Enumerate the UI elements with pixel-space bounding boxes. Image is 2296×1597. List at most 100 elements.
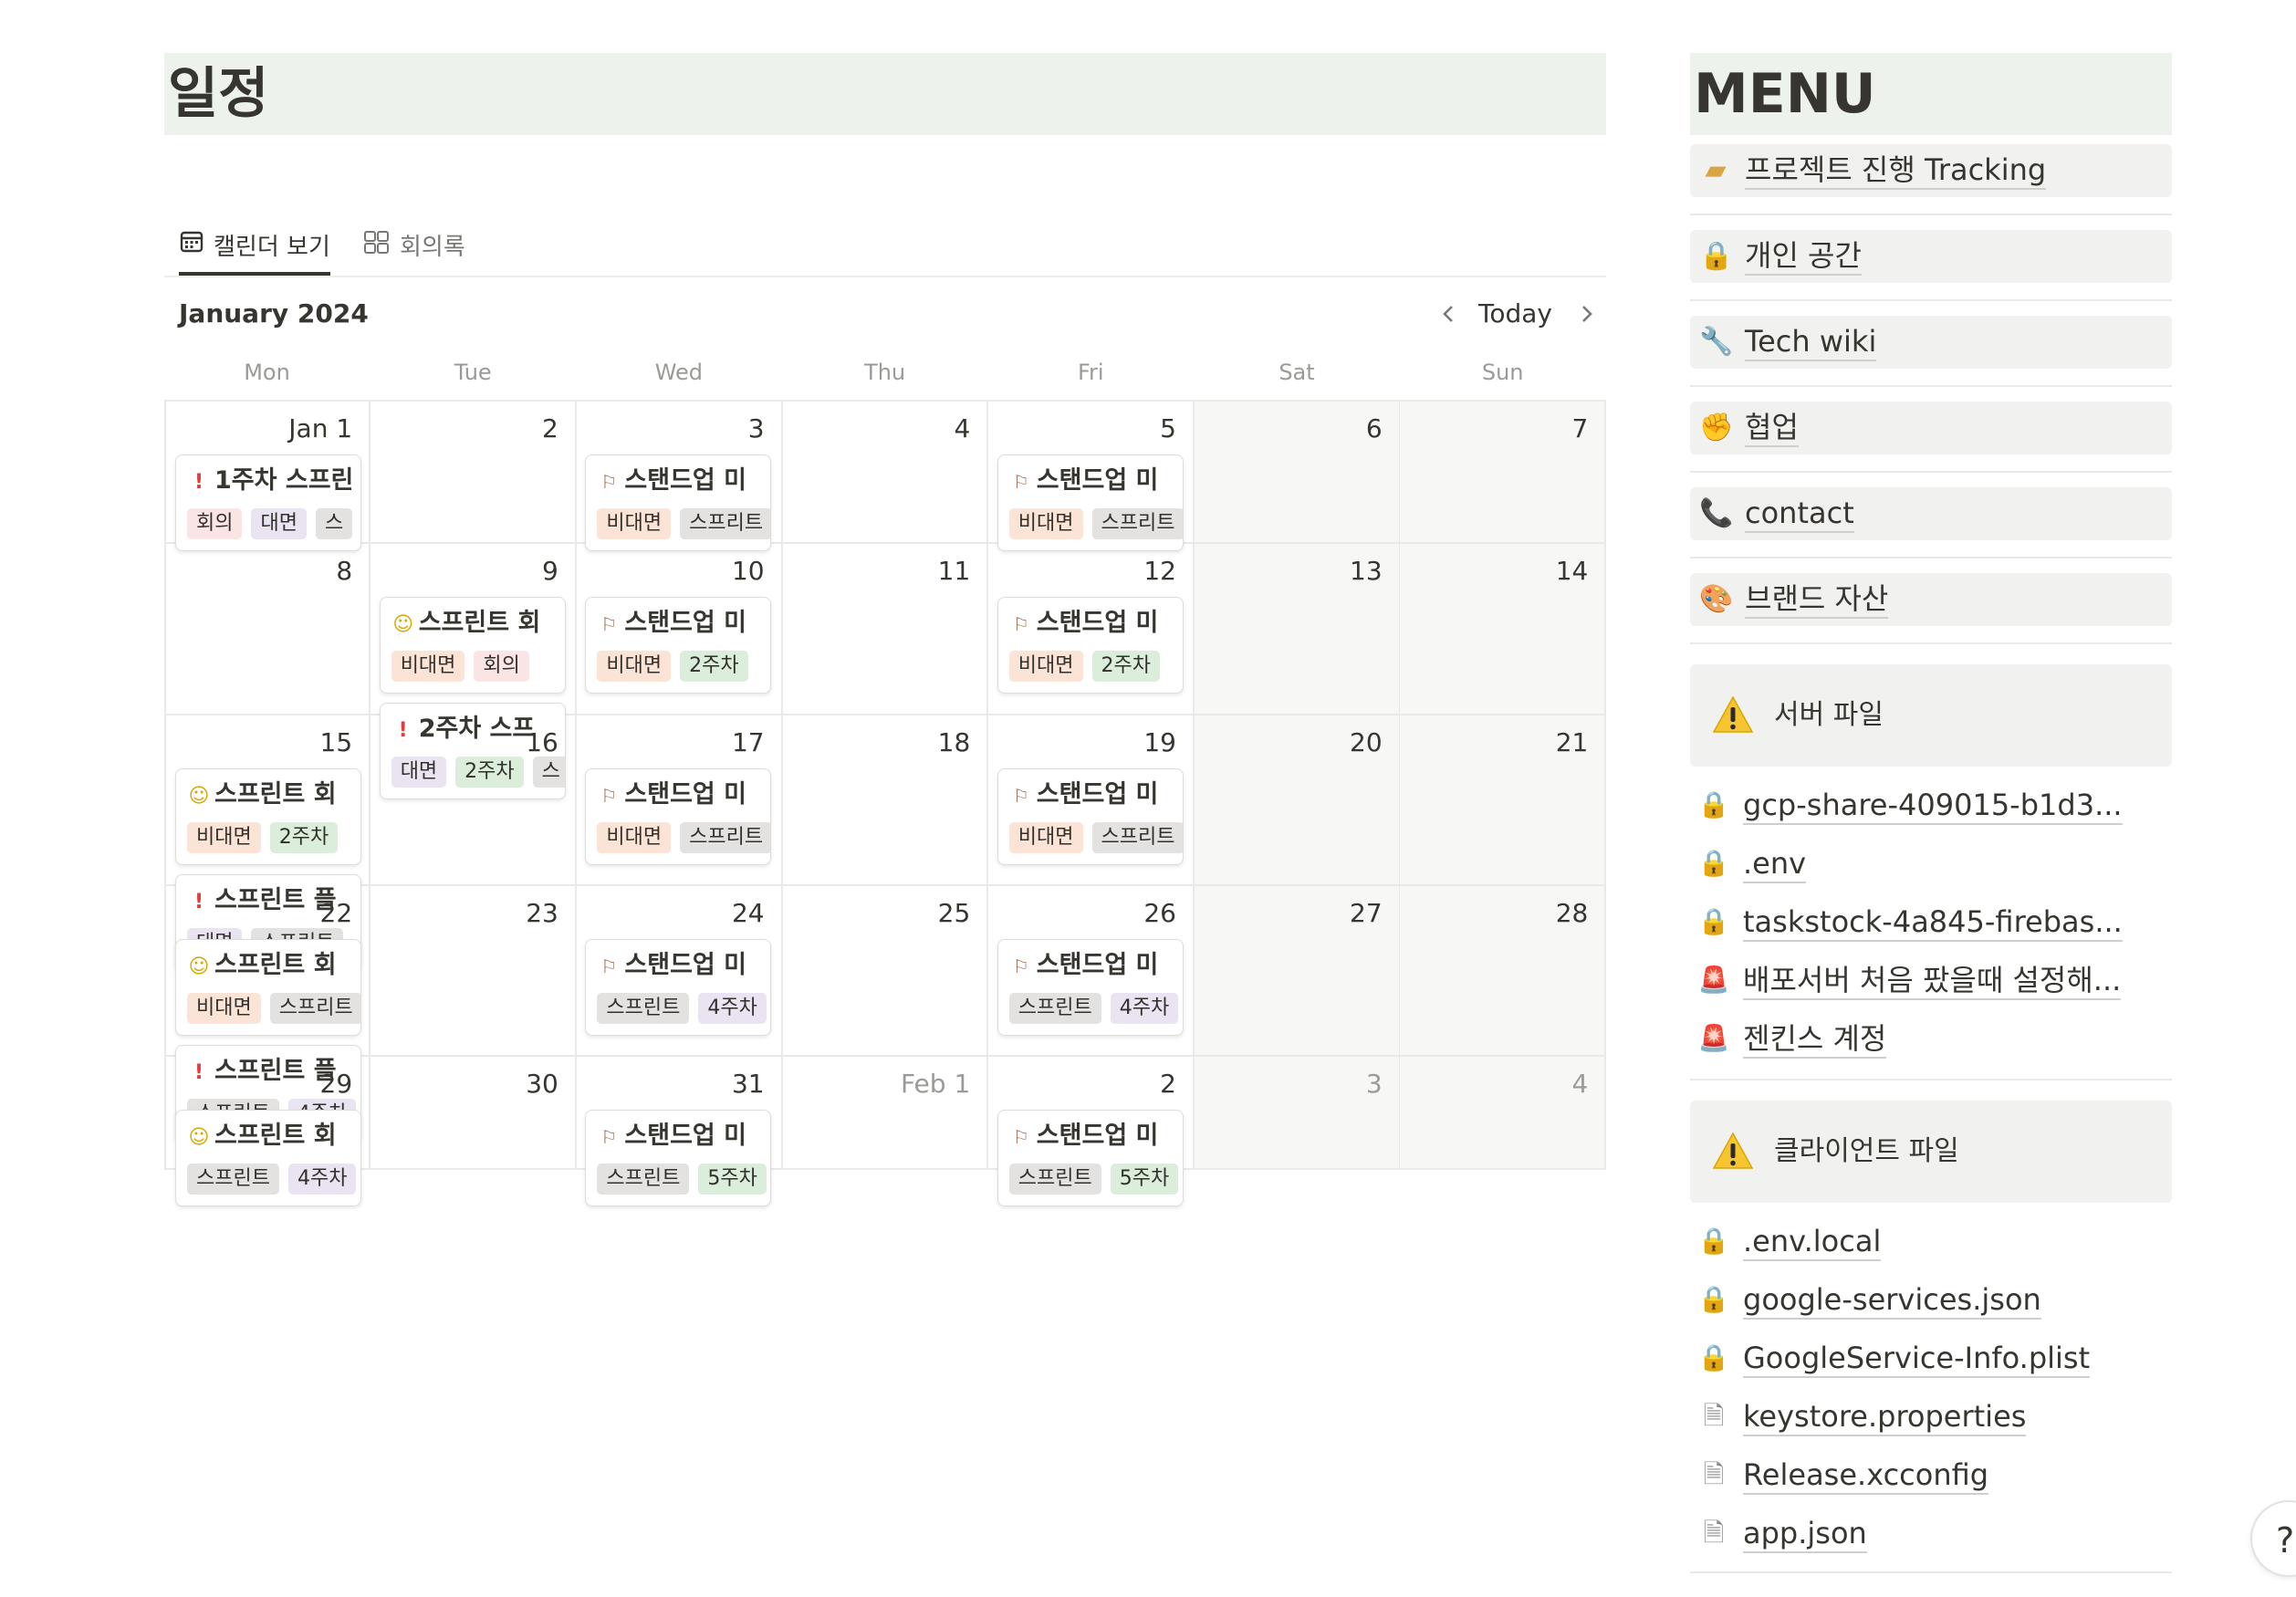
calendar-day-cell[interactable]: 14 — [1400, 544, 1607, 715]
event-card[interactable]: ⚐ 스탠드업 미 스프린트 5주차 — [585, 1110, 772, 1206]
file-label: keystore.properties — [1743, 1398, 2027, 1436]
calendar-day-cell[interactable]: 2 — [370, 402, 577, 544]
calendar-day-cell[interactable]: 9 ☺ 스프린트 회 비대면 회의! 2주차 스프 대면 2주차 스 — [370, 544, 577, 799]
calendar-day-cell[interactable]: 18 — [782, 715, 989, 886]
page-title: 일정 — [164, 53, 1606, 135]
divider — [1690, 471, 2172, 473]
sidebar-item-link[interactable]: 🎨 브랜드 자산 — [1690, 573, 2172, 626]
calendar-day-cell[interactable]: 12 ⚐ 스탠드업 미 비대면 2주차 — [987, 544, 1195, 715]
weekday-label: Sat — [1278, 360, 1315, 385]
event-card[interactable]: ⚐ 스탠드업 미 스프린트 4주차 — [585, 939, 772, 1036]
sidebar-item-link[interactable]: 🔧 Tech wiki — [1690, 316, 2172, 369]
event-card[interactable]: ☺ 스프린트 회 스프린트 4주차 — [175, 1110, 361, 1206]
event-card[interactable]: ! 1주차 스프린 회의 대면 스 — [175, 454, 361, 551]
calendar-day-cell[interactable]: 28 — [1400, 886, 1607, 1057]
calendar-day-cell[interactable]: 7 — [1400, 402, 1607, 544]
event-card[interactable]: ⚐ 스탠드업 미비대면 스프리트 — [585, 454, 772, 551]
calendar-day-cell[interactable]: Jan 1! 1주차 스프린 회의 대면 스 — [164, 402, 371, 551]
event-card[interactable]: ⚐ 스탠드업 미 비대면 스프리트 — [997, 454, 1184, 551]
event-tag: 스프리트 — [1091, 822, 1183, 853]
sidebar-item-label: 브랜드 자산 — [1745, 580, 1889, 619]
event-card[interactable]: ⚐ 스탠드업 미 비대면 스프리트 — [585, 768, 772, 865]
calendar-day-cell[interactable]: 21 — [1400, 715, 1607, 886]
event-card[interactable]: ⚐ 스탠드업 미 비대면 2주차 — [997, 597, 1184, 694]
sidebar-item-link[interactable]: 🔒 개인 공간 — [1690, 230, 2172, 283]
calendar-day-cell[interactable]: 23 — [370, 886, 577, 1057]
event-title-text: 스탠드업 미 — [624, 951, 746, 979]
event-title: ⚐ 스탠드업 미 — [597, 464, 765, 498]
event-title-text: 스탠드업 미 — [624, 780, 746, 809]
event-card[interactable]: ☺ 스프린트 회 비대면 스프리트 — [175, 939, 361, 1036]
memo-icon: ▰ — [1705, 154, 1727, 186]
weekday-label: Mon — [244, 360, 290, 385]
calendar-day-cell[interactable]: 13 — [1194, 544, 1401, 715]
calendar-day-cell[interactable]: 25 — [782, 886, 989, 1057]
calendar-day-cell[interactable]: Feb 1 — [782, 1057, 989, 1170]
event-tag: 5주차 — [698, 1164, 767, 1195]
calendar-day-cell[interactable]: 6 — [1194, 402, 1401, 544]
divider — [1690, 557, 2172, 558]
tab-calendar-view[interactable]: 캘린더 보기 — [179, 215, 330, 276]
calendar-day-cell[interactable]: 2 ⚐ 스탠드업 미 스프린트 5주차 — [987, 1057, 1195, 1206]
calendar-day-cell[interactable]: 20 — [1194, 715, 1401, 886]
event-title-text: 스탠드업 미 — [624, 466, 746, 495]
event-card[interactable]: ☺ 스프린트 회 비대면 회의 — [379, 597, 566, 694]
calendar-day-cell[interactable]: 17 ⚐ 스탠드업 미 비대면 스프리트 — [576, 715, 783, 886]
sidebar-item-link[interactable]: ▰ 프로젝트 진행 Tracking — [1690, 144, 2172, 197]
tab-meeting-notes[interactable]: 회의록 — [363, 215, 465, 274]
event-tag: 스프린트 — [597, 1164, 690, 1195]
today-button[interactable]: Today — [1478, 297, 1552, 330]
calendar-day-cell[interactable]: 3 — [1194, 1057, 1401, 1170]
calendar-day-cell[interactable]: 19 ⚐ 스탠드업 미 비대면 스프리트 — [987, 715, 1195, 886]
day-number: 27 — [1350, 898, 1383, 928]
calendar-day-cell[interactable]: 3 ⚐ 스탠드업 미 비대면 스프리트 — [576, 402, 783, 551]
calendar-day-cell[interactable]: 30 — [370, 1057, 577, 1170]
file-label: google-services.json — [1743, 1281, 2041, 1320]
calendar-day-cell[interactable]: 4 — [782, 402, 989, 544]
sidebar-item-link[interactable]: 📞 contact — [1690, 487, 2172, 540]
callout-box: 클라이언트 파일 — [1690, 1101, 2172, 1203]
event-title-text: 스프린트 회 — [214, 1122, 337, 1150]
event-title-text: 스프린트 회 — [214, 780, 337, 809]
calendar-day-cell[interactable]: 27 — [1194, 886, 1401, 1057]
calendar-day-cell[interactable]: 31 ⚐ 스탠드업 미 스프린트 5주차 — [576, 1057, 783, 1206]
event-card[interactable]: ⚐ 스탠드업 미 비대면 2주차 — [585, 597, 772, 694]
event-title-text: 스탠드업 미 — [1036, 780, 1159, 809]
file-label: 젠킨스 계정 — [1743, 1020, 1887, 1059]
calendar-day-cell[interactable]: 15☺스프린트 회비대면2주차!스프린트 플대면스프린트 — [164, 715, 371, 971]
calendar-day-cell[interactable]: 24 ⚐ 스탠드업 미 스프린트 4주차 — [576, 886, 783, 1057]
fist-icon: ✊ — [1699, 412, 1734, 444]
calendar-icon — [179, 229, 214, 261]
event-tag: 2주차 — [269, 822, 339, 853]
calendar-day-cell[interactable]: 5 ⚐ 스탠드업 미 비대면 스프리트 — [987, 402, 1195, 551]
day-number: 9 — [542, 556, 558, 586]
divider — [1690, 642, 2172, 644]
sidebar-item-link[interactable]: ✊ 협업 — [1690, 402, 2172, 454]
event-card[interactable]: ☺ 스프린트 회 비대면 2주차 — [175, 768, 361, 865]
day-number: 28 — [1555, 898, 1589, 928]
event-card[interactable]: ⚐ 스탠드업 미 스프린트 5주차 — [997, 1110, 1184, 1206]
calendar-day-cell[interactable]: 10 ⚐ 스탠드업 미 비대면 2주차 — [576, 544, 783, 715]
event-card[interactable]: ⚐ 스탠드업 미 비대면 스프리트 — [997, 768, 1184, 865]
event-tag: 비대면 — [187, 993, 261, 1024]
help-button[interactable]: ? — [2250, 1500, 2296, 1577]
calendar-day-cell[interactable]: 16 — [370, 715, 577, 886]
calendar-day-cell[interactable]: 29 ☺ 스프린트 회 스프린트 4주차 — [164, 1057, 371, 1206]
calendar-day-cell[interactable]: 8 — [164, 544, 371, 715]
event-tag: 4주차 — [698, 993, 767, 1024]
event-tag: 스프린트 — [1008, 993, 1101, 1024]
event-tags: 비대면 스프리트 — [597, 508, 771, 539]
runner-icon: ⚐ — [600, 613, 618, 635]
event-tag: 회의 — [474, 651, 529, 682]
warning-icon — [1712, 692, 1754, 737]
event-card[interactable]: ⚐ 스탠드업 미 스프린트 4주차 — [997, 939, 1184, 1036]
next-month-button[interactable] — [1575, 297, 1599, 330]
calendar-day-cell[interactable]: 11 — [782, 544, 989, 715]
calendar-day-cell[interactable]: 26 ⚐ 스탠드업 미 스프린트 4주차 — [987, 886, 1195, 1057]
calendar-day-cell[interactable]: 22☺스프린트 회비대면스프리트!스프린트 플스프린트4주차 — [164, 886, 371, 1142]
callout-title: 클라이언트 파일 — [1774, 1135, 1959, 1167]
calendar-day-cell[interactable]: 4 — [1400, 1057, 1607, 1170]
event-title: ⚐ 스탠드업 미 — [1009, 949, 1177, 983]
previous-month-button[interactable] — [1436, 297, 1460, 330]
divider — [1690, 1079, 2172, 1080]
